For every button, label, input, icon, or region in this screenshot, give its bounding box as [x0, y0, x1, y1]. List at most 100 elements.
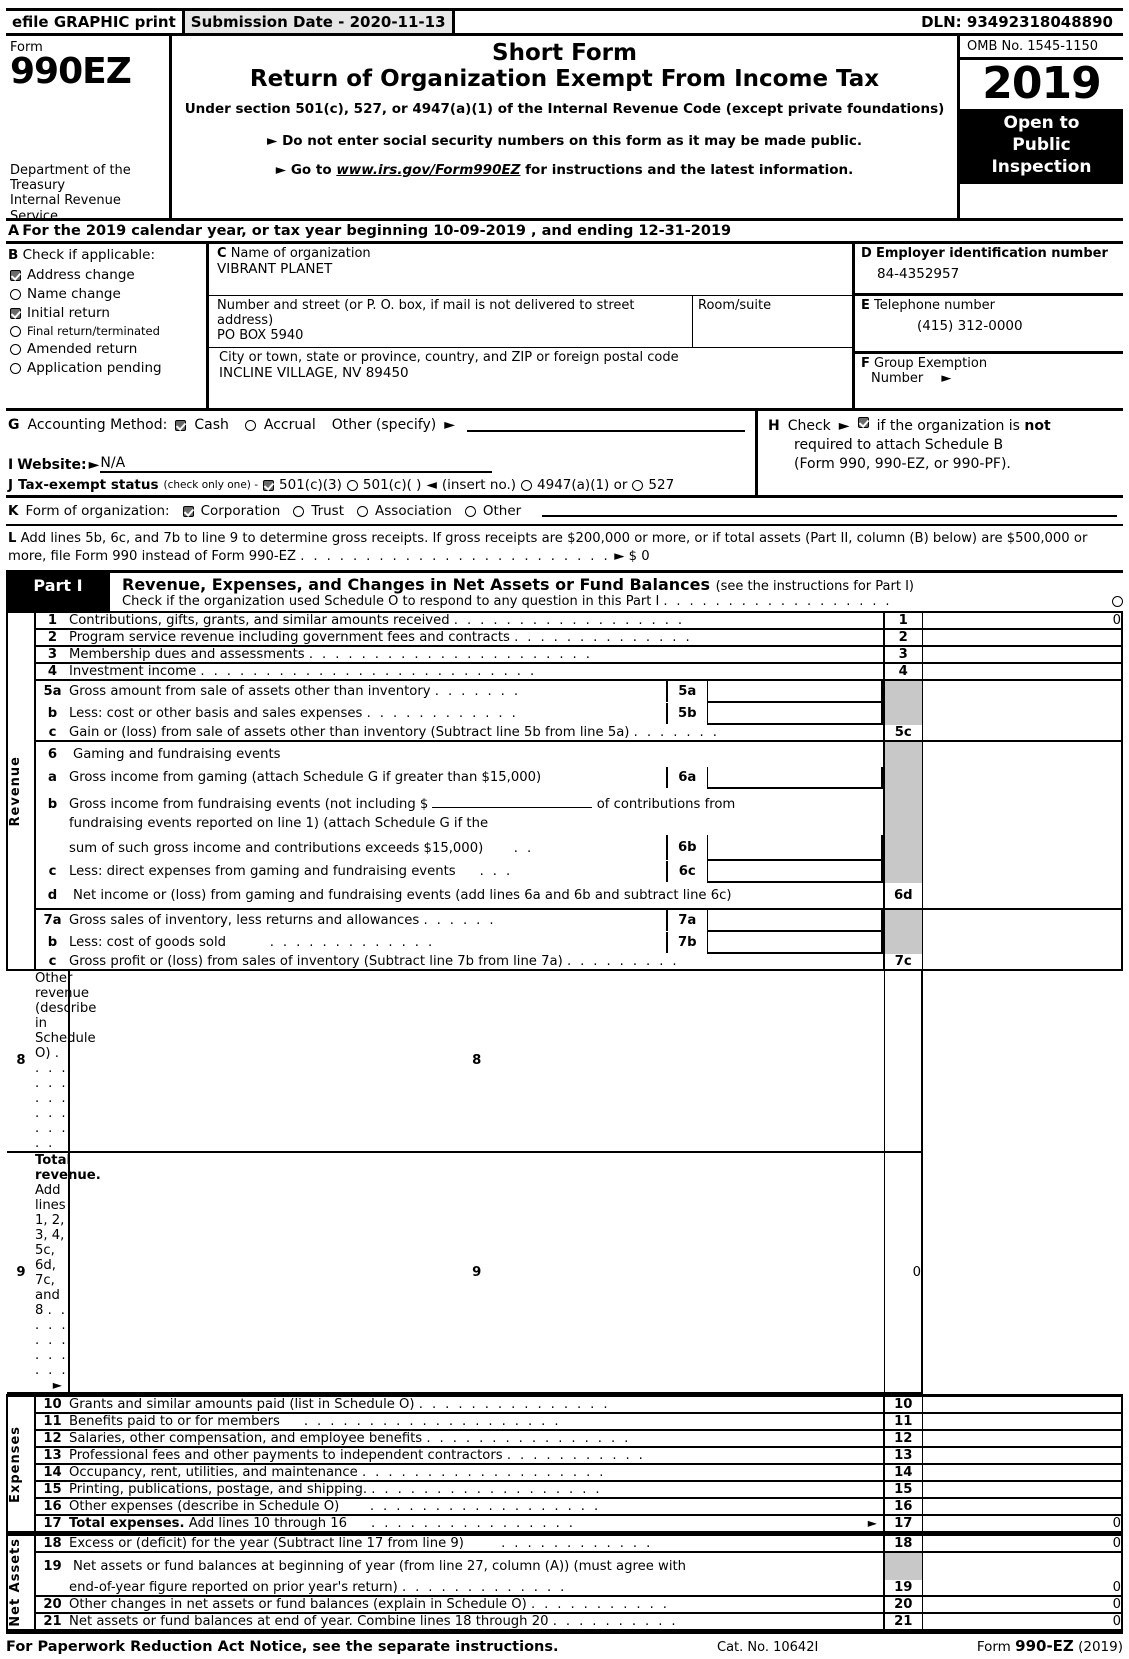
sub-box-amount[interactable] — [707, 834, 883, 861]
checkbox-trust-icon[interactable] — [293, 505, 305, 517]
checkbox-icon[interactable] — [10, 343, 21, 355]
line-description: Net assets or fund balances at end of ye… — [69, 1612, 884, 1631]
line-text-cell: Gross income from gaming (attach Schedul… — [69, 767, 667, 788]
line-amount[interactable]: 0 — [922, 1595, 1123, 1614]
line-description: Gross income from gaming (attach Schedul… — [69, 766, 884, 789]
line-amount[interactable] — [922, 1480, 1123, 1499]
shaded-amount-cell — [922, 908, 1123, 954]
line-box-number: 17 — [883, 1514, 923, 1533]
section-h-line3: (Form 990, 990-EZ, or 990-PF). — [794, 455, 1011, 472]
checkbox-application-pending[interactable]: Application pending — [10, 360, 206, 376]
checkbox-corporation-icon[interactable] — [182, 505, 194, 517]
leader-dots: . . . . . . . . . — [566, 953, 680, 969]
line-amount[interactable] — [922, 628, 1123, 647]
line-amount[interactable] — [922, 724, 1123, 742]
line-amount[interactable] — [922, 1463, 1123, 1482]
checkbox-initial-return[interactable]: Initial return — [10, 305, 206, 321]
line-box-number: 18 — [883, 1534, 923, 1553]
table-row: 20 Other changes in net assets or fund b… — [7, 1595, 1123, 1614]
line-amount[interactable]: 0 — [922, 1612, 1123, 1631]
form-number: 990EZ — [10, 51, 132, 92]
line-amount[interactable] — [884, 969, 923, 1153]
checkbox-address-change[interactable]: Address change — [10, 267, 206, 283]
checkbox-schedule-o-icon[interactable] — [1112, 595, 1123, 607]
ein-caption: D Employer identification number — [861, 246, 1123, 261]
checkbox-final-return[interactable]: Final return/terminated — [10, 324, 206, 338]
sub-box-number: 7b — [666, 931, 708, 953]
line-amount[interactable]: 0 — [922, 1514, 1123, 1533]
line-description: Investment income . . . . . . . . . . . … — [69, 662, 884, 681]
checkbox-icon[interactable] — [10, 269, 21, 281]
checkbox-accrual-icon[interactable] — [244, 419, 256, 431]
checkbox-schedule-b-icon[interactable] — [857, 417, 869, 428]
line-description: Gaming and fundraising events — [73, 746, 281, 762]
line-number: 10 — [35, 1395, 69, 1414]
line-box-number: 16 — [883, 1497, 923, 1516]
checkbox-501c-icon[interactable] — [346, 479, 358, 491]
telephone-caption: E Telephone number — [861, 298, 1123, 313]
line-text: Other changes in net assets or fund bala… — [69, 1596, 527, 1612]
line-a-letter: A — [8, 223, 20, 239]
table-row: Expenses 10 Grants and similar amounts p… — [6, 1395, 1123, 1533]
checkbox-amended-return[interactable]: Amended return — [10, 341, 206, 357]
checkbox-association-icon[interactable] — [357, 505, 369, 517]
line-amount[interactable] — [922, 1412, 1123, 1431]
line-description: Benefits paid to or for members . . . . … — [69, 1412, 884, 1431]
line-number: 14 — [35, 1463, 69, 1482]
line-amount[interactable] — [922, 645, 1123, 664]
line-amount[interactable] — [922, 882, 1123, 910]
checkbox-name-change[interactable]: Name change — [10, 286, 206, 302]
website-value[interactable]: N/A — [100, 455, 493, 473]
leader-dots: . . . . . . . . . . . . . . . . . . . . … — [200, 663, 537, 679]
other-organization-input[interactable] — [542, 505, 1117, 517]
other-specify-input[interactable] — [466, 418, 745, 432]
section-h-check-row: H Check ► if the organization is not — [768, 417, 1123, 436]
line-amount[interactable]: 0 — [922, 1579, 1123, 1597]
sub-box-amount[interactable] — [707, 860, 883, 883]
checkbox-icon[interactable] — [10, 307, 21, 319]
checkbox-4947a1-icon[interactable] — [521, 479, 533, 491]
line-amount[interactable] — [922, 1497, 1123, 1516]
line-box-number: 21 — [883, 1612, 923, 1631]
sub-box-amount[interactable] — [707, 931, 883, 954]
efile-header-bar: efile GRAPHIC print Submission Date - 20… — [6, 8, 1123, 36]
organization-name-cell: C Name of organization VIBRANT PLANET — [209, 244, 852, 296]
efile-graphic-print-label: efile GRAPHIC print — [6, 11, 185, 33]
line-amount[interactable] — [922, 1395, 1123, 1414]
checkbox-cash-icon[interactable] — [175, 419, 187, 431]
sub-box-amount[interactable] — [707, 909, 883, 932]
section-b-label: Check if applicable: — [22, 247, 155, 263]
checkbox-icon[interactable] — [10, 325, 21, 337]
line-amount[interactable]: 0 — [922, 1534, 1123, 1553]
line-amount[interactable] — [922, 662, 1123, 681]
checkbox-icon[interactable] — [10, 362, 21, 374]
table-row: c Gain or (loss) from sale of assets oth… — [7, 724, 1123, 742]
expenses-side-label: Expenses — [6, 1395, 36, 1533]
checkbox-527-icon[interactable] — [632, 479, 644, 491]
contributions-amount-input[interactable] — [432, 795, 593, 808]
option-527-label: 527 — [648, 477, 675, 493]
leader-dots: . . . . . . . . . . . . . — [230, 934, 435, 950]
line-amount[interactable] — [922, 953, 1123, 971]
line-box-number: 13 — [883, 1446, 923, 1465]
checkbox-icon[interactable] — [10, 288, 21, 300]
sub-box-number: 5a — [666, 680, 708, 702]
line-description: Contributions, gifts, grants, and simila… — [69, 612, 884, 630]
sub-box-amount[interactable] — [707, 680, 883, 703]
line-amount[interactable] — [922, 1446, 1123, 1465]
checkbox-other-icon[interactable] — [464, 505, 476, 517]
line-amount[interactable] — [922, 1429, 1123, 1448]
line-number: 13 — [35, 1446, 69, 1465]
sub-box-amount[interactable] — [707, 766, 883, 789]
line-description: Gross income from fundraising events (no… — [69, 789, 884, 861]
checkbox-501c3-icon[interactable] — [263, 479, 275, 491]
sub-box-number: 6b — [666, 834, 708, 860]
sub-box-amount[interactable] — [707, 702, 883, 725]
table-row: 7a Gross sales of inventory, less return… — [7, 908, 1123, 954]
line-amount[interactable]: 0 — [884, 1151, 923, 1394]
line-amount[interactable]: 0 — [922, 612, 1123, 630]
identification-block: B Check if applicable: Address change Na… — [6, 244, 1123, 411]
table-row: c Gross profit or (loss) from sales of i… — [7, 953, 1123, 971]
irs-website-link[interactable]: www.irs.gov/Form990EZ — [336, 162, 520, 178]
table-row: 21 Net assets or fund balances at end of… — [7, 1612, 1123, 1631]
